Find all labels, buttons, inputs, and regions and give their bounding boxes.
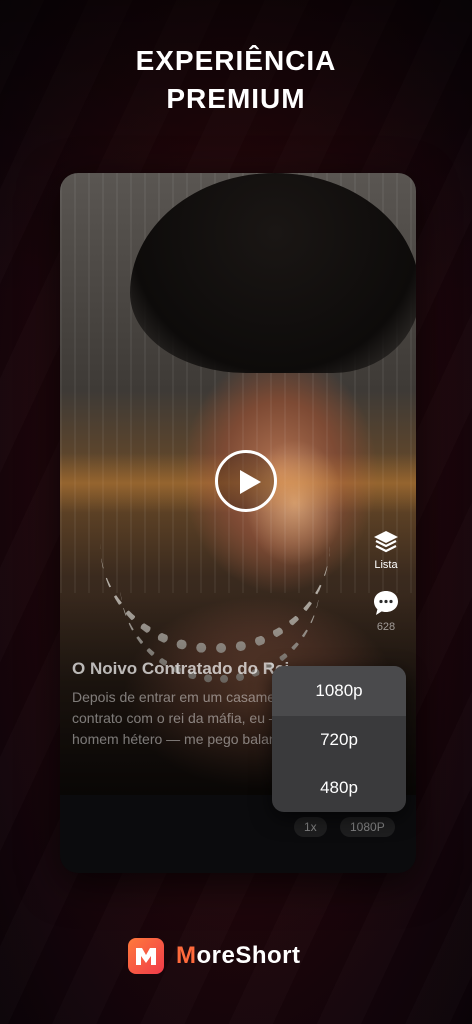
comment-icon [374, 591, 398, 615]
drama-description: Depois de entrar em um casamento contrat… [72, 687, 302, 750]
play-button[interactable] [215, 450, 277, 512]
play-icon [240, 470, 261, 494]
page-headline: EXPERIÊNCIA PREMIUM [0, 42, 472, 118]
quality-option-1080p[interactable]: 1080p [272, 666, 406, 716]
quality-chip[interactable]: 1080P [340, 817, 395, 837]
speed-chip[interactable]: 1x [294, 817, 327, 837]
quality-option-720p[interactable]: 720p [272, 716, 406, 764]
layers-icon [374, 531, 398, 553]
description-line: contrato com o rei da máfia, eu — [72, 710, 283, 726]
brand-name-rest: oreShort [196, 942, 301, 969]
headline-line-1: EXPERIÊNCIA [135, 45, 337, 76]
headline-line-2: PREMIUM [166, 83, 306, 114]
episode-list-button[interactable]: Lista [366, 529, 406, 571]
comments-button[interactable]: 628 [366, 589, 406, 633]
episode-list-label: Lista [374, 559, 398, 571]
description-line: homem hétero — me pego balançando [72, 731, 302, 747]
brand-name: MoreShort [176, 940, 301, 972]
brand-logo: MoreShort [128, 938, 338, 976]
quality-menu: 1080p 720p 480p [272, 666, 406, 812]
description-line: Depois de entrar em um casamento [72, 689, 295, 705]
comments-count: 628 [376, 621, 396, 633]
quality-option-480p[interactable]: 480p [272, 764, 406, 812]
brand-name-initial: M [176, 942, 197, 969]
moreshort-logo-icon [128, 938, 164, 974]
